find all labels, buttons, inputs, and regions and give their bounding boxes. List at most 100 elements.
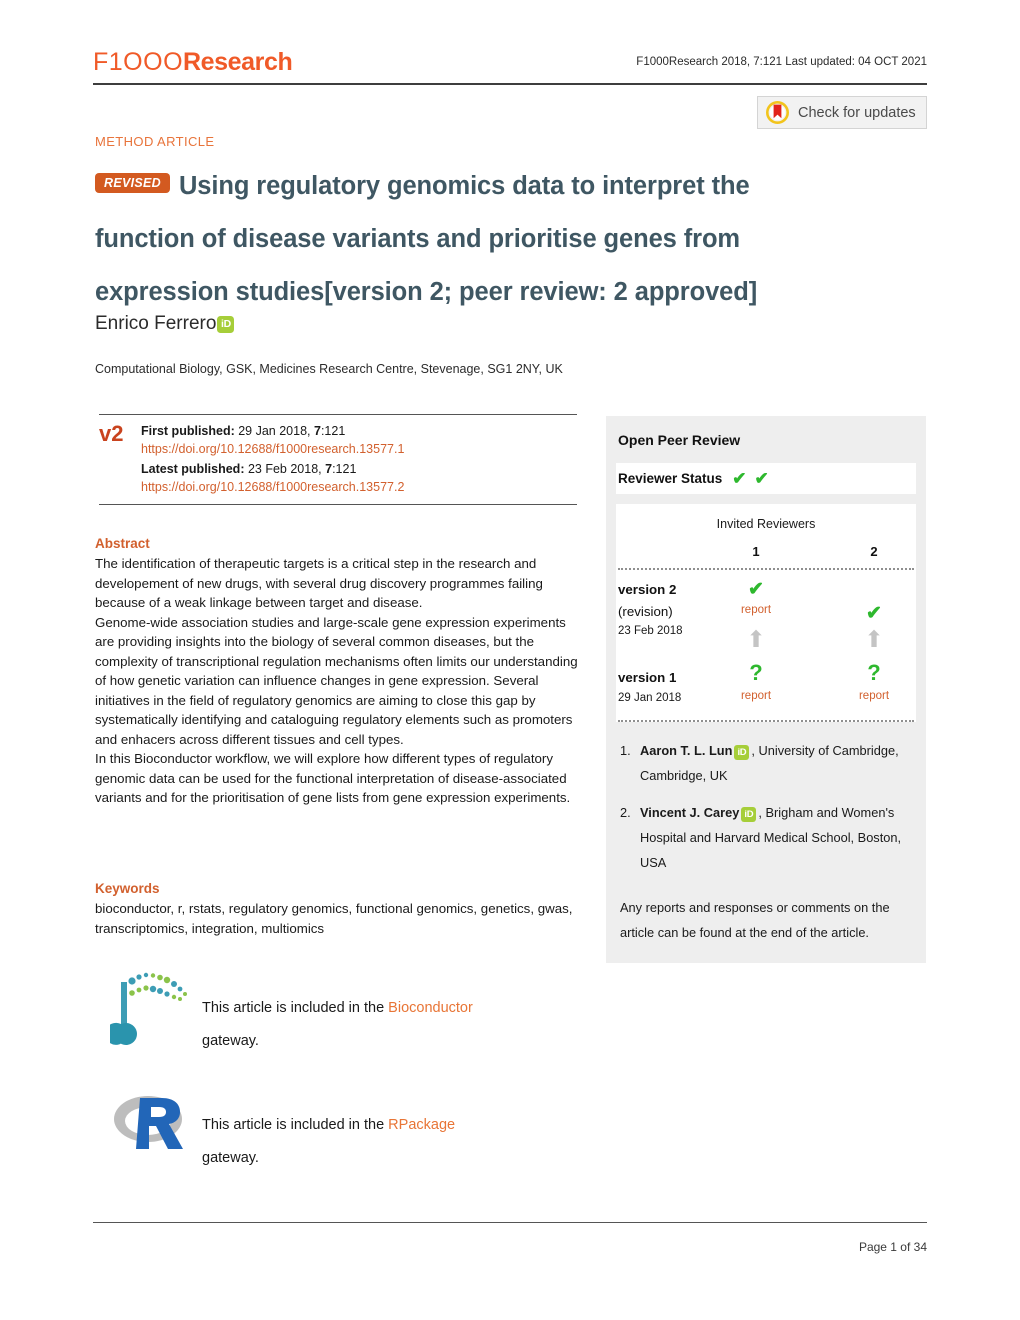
reviewer-name[interactable]: Vincent J. Carey [640,805,739,820]
abstract-paragraph: The identification of therapeutic target… [95,556,543,610]
list-item: 1. Aaron T. L. Lun iD, University of Camb… [620,738,914,788]
reviewer-details: Aaron T. L. Lun iD, University of Cambrid… [640,738,914,788]
keywords-heading: Keywords [95,881,160,896]
reviewers-list: 1. Aaron T. L. Lun iD, University of Camb… [606,722,926,893]
v1-reviewer2-report-link[interactable]: report [846,690,902,702]
reviewer-status-row: Reviewer Status ✔ ✔ [616,463,916,494]
v1-reviewer2-status: ? [846,662,902,684]
question-mark-icon: ? [867,660,881,685]
review-status-table: Invited Reviewers 1 2 version 2 (revisio… [616,504,916,722]
v2-reviewer1-status: ✔ [728,580,784,599]
v1-reviewer1-report-link[interactable]: report [728,690,784,702]
first-published-page: :121 [320,424,346,438]
abstract-heading: Abstract [95,536,150,551]
reviewer-status-label: Reviewer Status [618,471,723,486]
gateway-link[interactable]: Bioconductor [388,1000,473,1016]
gateway-prefix: This article is included in the [202,1117,389,1133]
list-item: 2. Vincent J. Carey iD, Brigham and Women… [620,800,914,875]
report-label: report [740,604,772,616]
gateway-bioconductor: This article is included in the Biocondu… [105,968,810,1058]
latest-published-page: :121 [332,462,357,476]
arrow-up-icon: ⬆ [864,626,884,652]
open-peer-review-panel: Open Peer Review Reviewer Status ✔ ✔ Inv… [606,416,926,963]
article-title-version: [version 2; peer review: 2 approved] [324,278,758,306]
abstract-body: The identification of therapeutic target… [95,554,587,808]
reviewer-status-ticks: ✔ ✔ [732,470,769,487]
revised-badge: REVISED [95,173,170,193]
table-divider-top [618,568,914,570]
gateway-link[interactable]: RPackage [388,1117,455,1133]
first-published-label: First published: [141,424,235,438]
report-label: report [858,690,890,702]
version-1-date: 29 Jan 2018 [618,692,682,704]
gateway-rpackage-text: This article is included in the RPackage… [202,1109,455,1175]
orcid-icon[interactable]: iD [217,315,235,333]
article-type-label: METHOD ARTICLE [95,134,215,149]
peer-review-title: Open Peer Review [618,432,741,448]
publication-dates: First published: 29 Jan 2018, 7:121 http… [141,423,404,496]
f1000research-logo: F1OOOResearch [93,48,293,77]
latest-published-label: Latest published: [141,462,245,476]
gateway-suffix: gateway. [202,1033,259,1049]
document-page: F1OOOResearch F1000Research 2018, 7:121 … [0,0,1020,1320]
peer-review-note: Any reports and responses or comments on… [620,900,890,940]
first-doi-link[interactable]: https://doi.org/10.12688/f1000research.1… [141,441,404,459]
publication-info: v2 First published: 29 Jan 2018, 7:121 h… [99,414,577,505]
page-number: Page 1 of 34 [858,1240,927,1254]
gateway-rpackage: This article is included in the RPackage… [110,1085,810,1175]
author-affiliation: Computational Biology, GSK, Medicines Re… [95,362,563,376]
report-label: report [740,690,772,702]
reviewer-column-1-header: 1 [752,544,760,559]
page-title: REVISED Using regulatory genomics data to… [95,160,855,319]
question-mark-icon: ? [749,660,763,685]
table-divider-bottom [618,720,914,722]
v1-reviewer1-status: ? [728,662,784,684]
v2-reviewer2-status: ✔ [846,604,902,623]
check-icon: ✔ [748,579,764,600]
reviewer-number: 1. [620,743,631,758]
check-icon: ✔ [732,469,747,488]
version-2-date: 23 Feb 2018 [618,625,683,637]
version-tag: v2 [99,421,124,446]
r-logo-icon [110,1085,196,1163]
check-for-updates-button[interactable]: Check for updates [757,96,927,129]
page-header: F1OOOResearch F1000Research 2018, 7:121 … [93,48,927,82]
reviewer-column-2-header: 2 [870,544,878,559]
check-icon: ✔ [754,469,769,488]
first-published-volume: 7 [313,424,321,438]
version-1-label: version 1 [618,670,677,685]
invited-reviewers-label: Invited Reviewers [716,517,816,531]
panel-spacer [606,494,926,504]
gateway-bioconductor-text: This article is included in the Biocondu… [202,992,473,1058]
footer-divider [93,1222,927,1223]
bioconductor-dna-icon [105,968,196,1046]
orcid-icon[interactable]: iD [734,745,750,760]
reviewer-name[interactable]: Aaron T. L. Lun [640,743,732,758]
reviewer-details: Vincent J. Carey iD, Brigham and Women's … [640,800,914,875]
first-published-row: First published: 29 Jan 2018, 7:121 [141,423,404,441]
reviewer-number: 2. [620,805,631,820]
gateway-suffix: gateway. [202,1150,259,1166]
author-name: Enrico Ferrero [95,313,217,334]
orcid-icon[interactable]: iD [741,807,757,822]
logo-research-text: Research [183,48,293,76]
first-published-date: 29 Jan 2018, [234,424,314,438]
check-for-updates-label: Check for updates [798,104,916,121]
abstract-paragraph: In this Bioconductor workflow, we will e… [95,751,571,805]
version-2-label: version 2 [618,582,677,597]
latest-published-row: Latest published: 23 Feb 2018, 7:121 [141,461,404,479]
crossmark-bookmark-icon [766,101,789,124]
abstract-paragraph: Genome-wide association studies and larg… [95,614,578,747]
latest-published-date: 23 Feb 2018, [244,462,326,476]
header-citation: F1000Research 2018, 7:121 Last updated: … [636,56,927,68]
gateway-prefix: This article is included in the [202,1000,389,1016]
check-icon: ✔ [866,603,882,624]
keywords-text: bioconductor, r, rstats, regulatory geno… [95,901,573,936]
latest-doi-link[interactable]: https://doi.org/10.12688/f1000research.1… [141,479,404,497]
version-2-sublabel: (revision) [618,604,673,619]
arrow-up-icon: ⬆ [746,626,766,652]
header-divider [93,83,927,85]
v2-reviewer1-report-link[interactable]: report [728,604,784,616]
author-line: Enrico Ferrero iD [95,313,235,335]
logo-f1000-text: F1OOO [93,48,184,76]
